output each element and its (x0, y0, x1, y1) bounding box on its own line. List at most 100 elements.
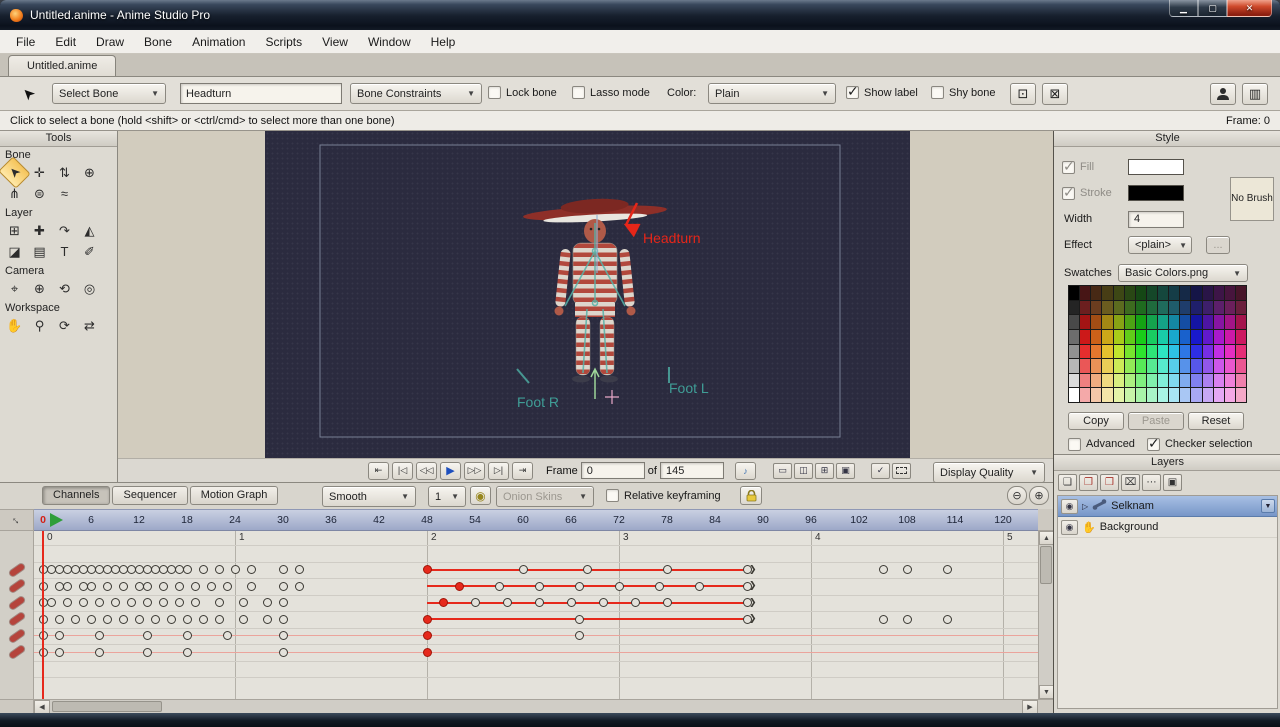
playhead-line[interactable] (42, 531, 44, 699)
color-swatch[interactable] (1214, 359, 1224, 373)
keyframe[interactable] (663, 565, 672, 574)
color-swatch[interactable] (1114, 286, 1124, 300)
library-panel-button[interactable]: ▥ (1242, 83, 1268, 105)
color-swatch[interactable] (1180, 359, 1190, 373)
split-two-view-button[interactable]: ◫ (794, 463, 813, 479)
color-swatch[interactable] (1136, 374, 1146, 388)
stroke-width-field[interactable] (1128, 211, 1184, 228)
keyframe[interactable] (943, 615, 952, 624)
color-swatch[interactable] (1069, 345, 1079, 359)
scroll-down-button[interactable]: ▼ (1039, 685, 1054, 699)
curvature-tool[interactable]: ↷ (52, 220, 77, 241)
color-swatch[interactable] (1125, 330, 1135, 344)
jump-start-button[interactable]: ⇤ (368, 462, 389, 480)
keyframe[interactable] (71, 615, 80, 624)
new-group-layer-button[interactable]: ❒ (1100, 474, 1119, 491)
color-swatch[interactable] (1069, 374, 1079, 388)
keyframe[interactable] (903, 615, 912, 624)
color-swatch[interactable] (1191, 388, 1201, 402)
shy-bone-box[interactable] (931, 86, 944, 99)
close-button[interactable]: ✕ (1227, 0, 1272, 17)
keyframe[interactable] (215, 565, 224, 574)
display-quality-dropdown[interactable]: Display Quality (933, 462, 1045, 483)
bone-color-dropdown[interactable]: Plain (708, 83, 836, 104)
color-swatch[interactable] (1125, 286, 1135, 300)
color-swatch[interactable] (1125, 388, 1135, 402)
magnet-tool[interactable]: ◭ (77, 220, 102, 241)
color-swatch[interactable] (1158, 315, 1168, 329)
keyframe[interactable] (279, 631, 288, 640)
color-swatch[interactable] (1091, 374, 1101, 388)
menu-bone[interactable]: Bone (134, 32, 182, 52)
keyframe[interactable] (575, 582, 584, 591)
keyframe[interactable] (207, 582, 216, 591)
color-swatch[interactable] (1114, 374, 1124, 388)
keyframe[interactable] (55, 615, 64, 624)
tab-motion-graph[interactable]: Motion Graph (190, 486, 279, 505)
channel-bone-icon[interactable] (9, 579, 26, 593)
keyframe[interactable] (655, 582, 664, 591)
color-swatch[interactable] (1191, 374, 1201, 388)
color-swatch[interactable] (1214, 345, 1224, 359)
color-swatch[interactable] (1203, 345, 1213, 359)
color-swatch[interactable] (1191, 315, 1201, 329)
effect-more-button[interactable]: ... (1206, 236, 1230, 254)
keyframe[interactable] (143, 582, 152, 591)
color-swatch[interactable] (1158, 359, 1168, 373)
color-swatch[interactable] (1236, 388, 1246, 402)
keyframe[interactable] (143, 631, 152, 640)
next-keyframe-button[interactable]: ▷| (488, 462, 509, 480)
relative-keyframing-box[interactable] (606, 489, 619, 502)
effect-dropdown[interactable]: <plain> (1128, 236, 1192, 254)
keyframe[interactable] (47, 598, 56, 607)
color-swatch[interactable] (1069, 315, 1079, 329)
color-swatch[interactable] (1102, 286, 1112, 300)
keyframe[interactable] (63, 598, 72, 607)
keyframe[interactable] (519, 565, 528, 574)
color-swatch[interactable] (1180, 345, 1190, 359)
scroll-right-button[interactable]: ▶ (1022, 700, 1038, 714)
color-swatch[interactable] (1169, 330, 1179, 344)
keyframe[interactable] (159, 598, 168, 607)
color-swatch[interactable] (1125, 345, 1135, 359)
horizontal-scroll-track[interactable] (50, 700, 1022, 714)
step-dropdown[interactable]: 1 (428, 486, 466, 507)
keyframe[interactable] (503, 598, 512, 607)
keyframe[interactable] (279, 615, 288, 624)
color-swatch[interactable] (1169, 301, 1179, 315)
keyframe[interactable] (743, 598, 752, 607)
timeline-zoom-in-button[interactable]: ⊕ (1029, 486, 1049, 505)
color-swatch[interactable] (1125, 315, 1135, 329)
timeline-zoom-out-button[interactable]: ⊖ (1007, 486, 1027, 505)
add-point-tool[interactable]: ✚ (27, 220, 52, 241)
color-swatch[interactable] (1180, 315, 1190, 329)
keyframe[interactable] (55, 648, 64, 657)
scroll-left-button[interactable]: ◀ (34, 700, 50, 714)
stroke-color-swatch[interactable] (1128, 185, 1184, 201)
color-swatch[interactable] (1136, 330, 1146, 344)
play-button[interactable]: ▶ (440, 462, 461, 480)
color-swatch[interactable] (1102, 359, 1112, 373)
keyframe[interactable] (263, 598, 272, 607)
keyframe[interactable] (87, 582, 96, 591)
color-swatch[interactable] (1080, 301, 1090, 315)
color-swatch[interactable] (1169, 359, 1179, 373)
menu-edit[interactable]: Edit (45, 32, 86, 52)
keyframe[interactable] (247, 582, 256, 591)
prev-keyframe-button[interactable]: |◁ (392, 462, 413, 480)
relative-keyframing-checkbox[interactable]: Relative keyframing (606, 489, 721, 502)
vertical-scroll-thumb[interactable] (1040, 546, 1052, 584)
color-swatch[interactable] (1169, 374, 1179, 388)
scroll-up-button[interactable]: ▲ (1039, 531, 1054, 545)
track-camera-tool[interactable]: ⌖ (2, 278, 27, 299)
canvas[interactable]: Headturn Foot R Foot L (265, 131, 910, 458)
color-swatch[interactable] (1080, 388, 1090, 402)
keyframe[interactable] (279, 565, 288, 574)
bone-dynamics-tool[interactable]: ≈ (52, 183, 77, 204)
total-frames-field[interactable] (660, 462, 724, 479)
color-swatch[interactable] (1136, 286, 1146, 300)
color-swatch[interactable] (1080, 374, 1090, 388)
color-swatch[interactable] (1136, 359, 1146, 373)
keyframe[interactable] (223, 582, 232, 591)
onion-skins-dropdown[interactable]: Onion Skins (496, 486, 594, 507)
